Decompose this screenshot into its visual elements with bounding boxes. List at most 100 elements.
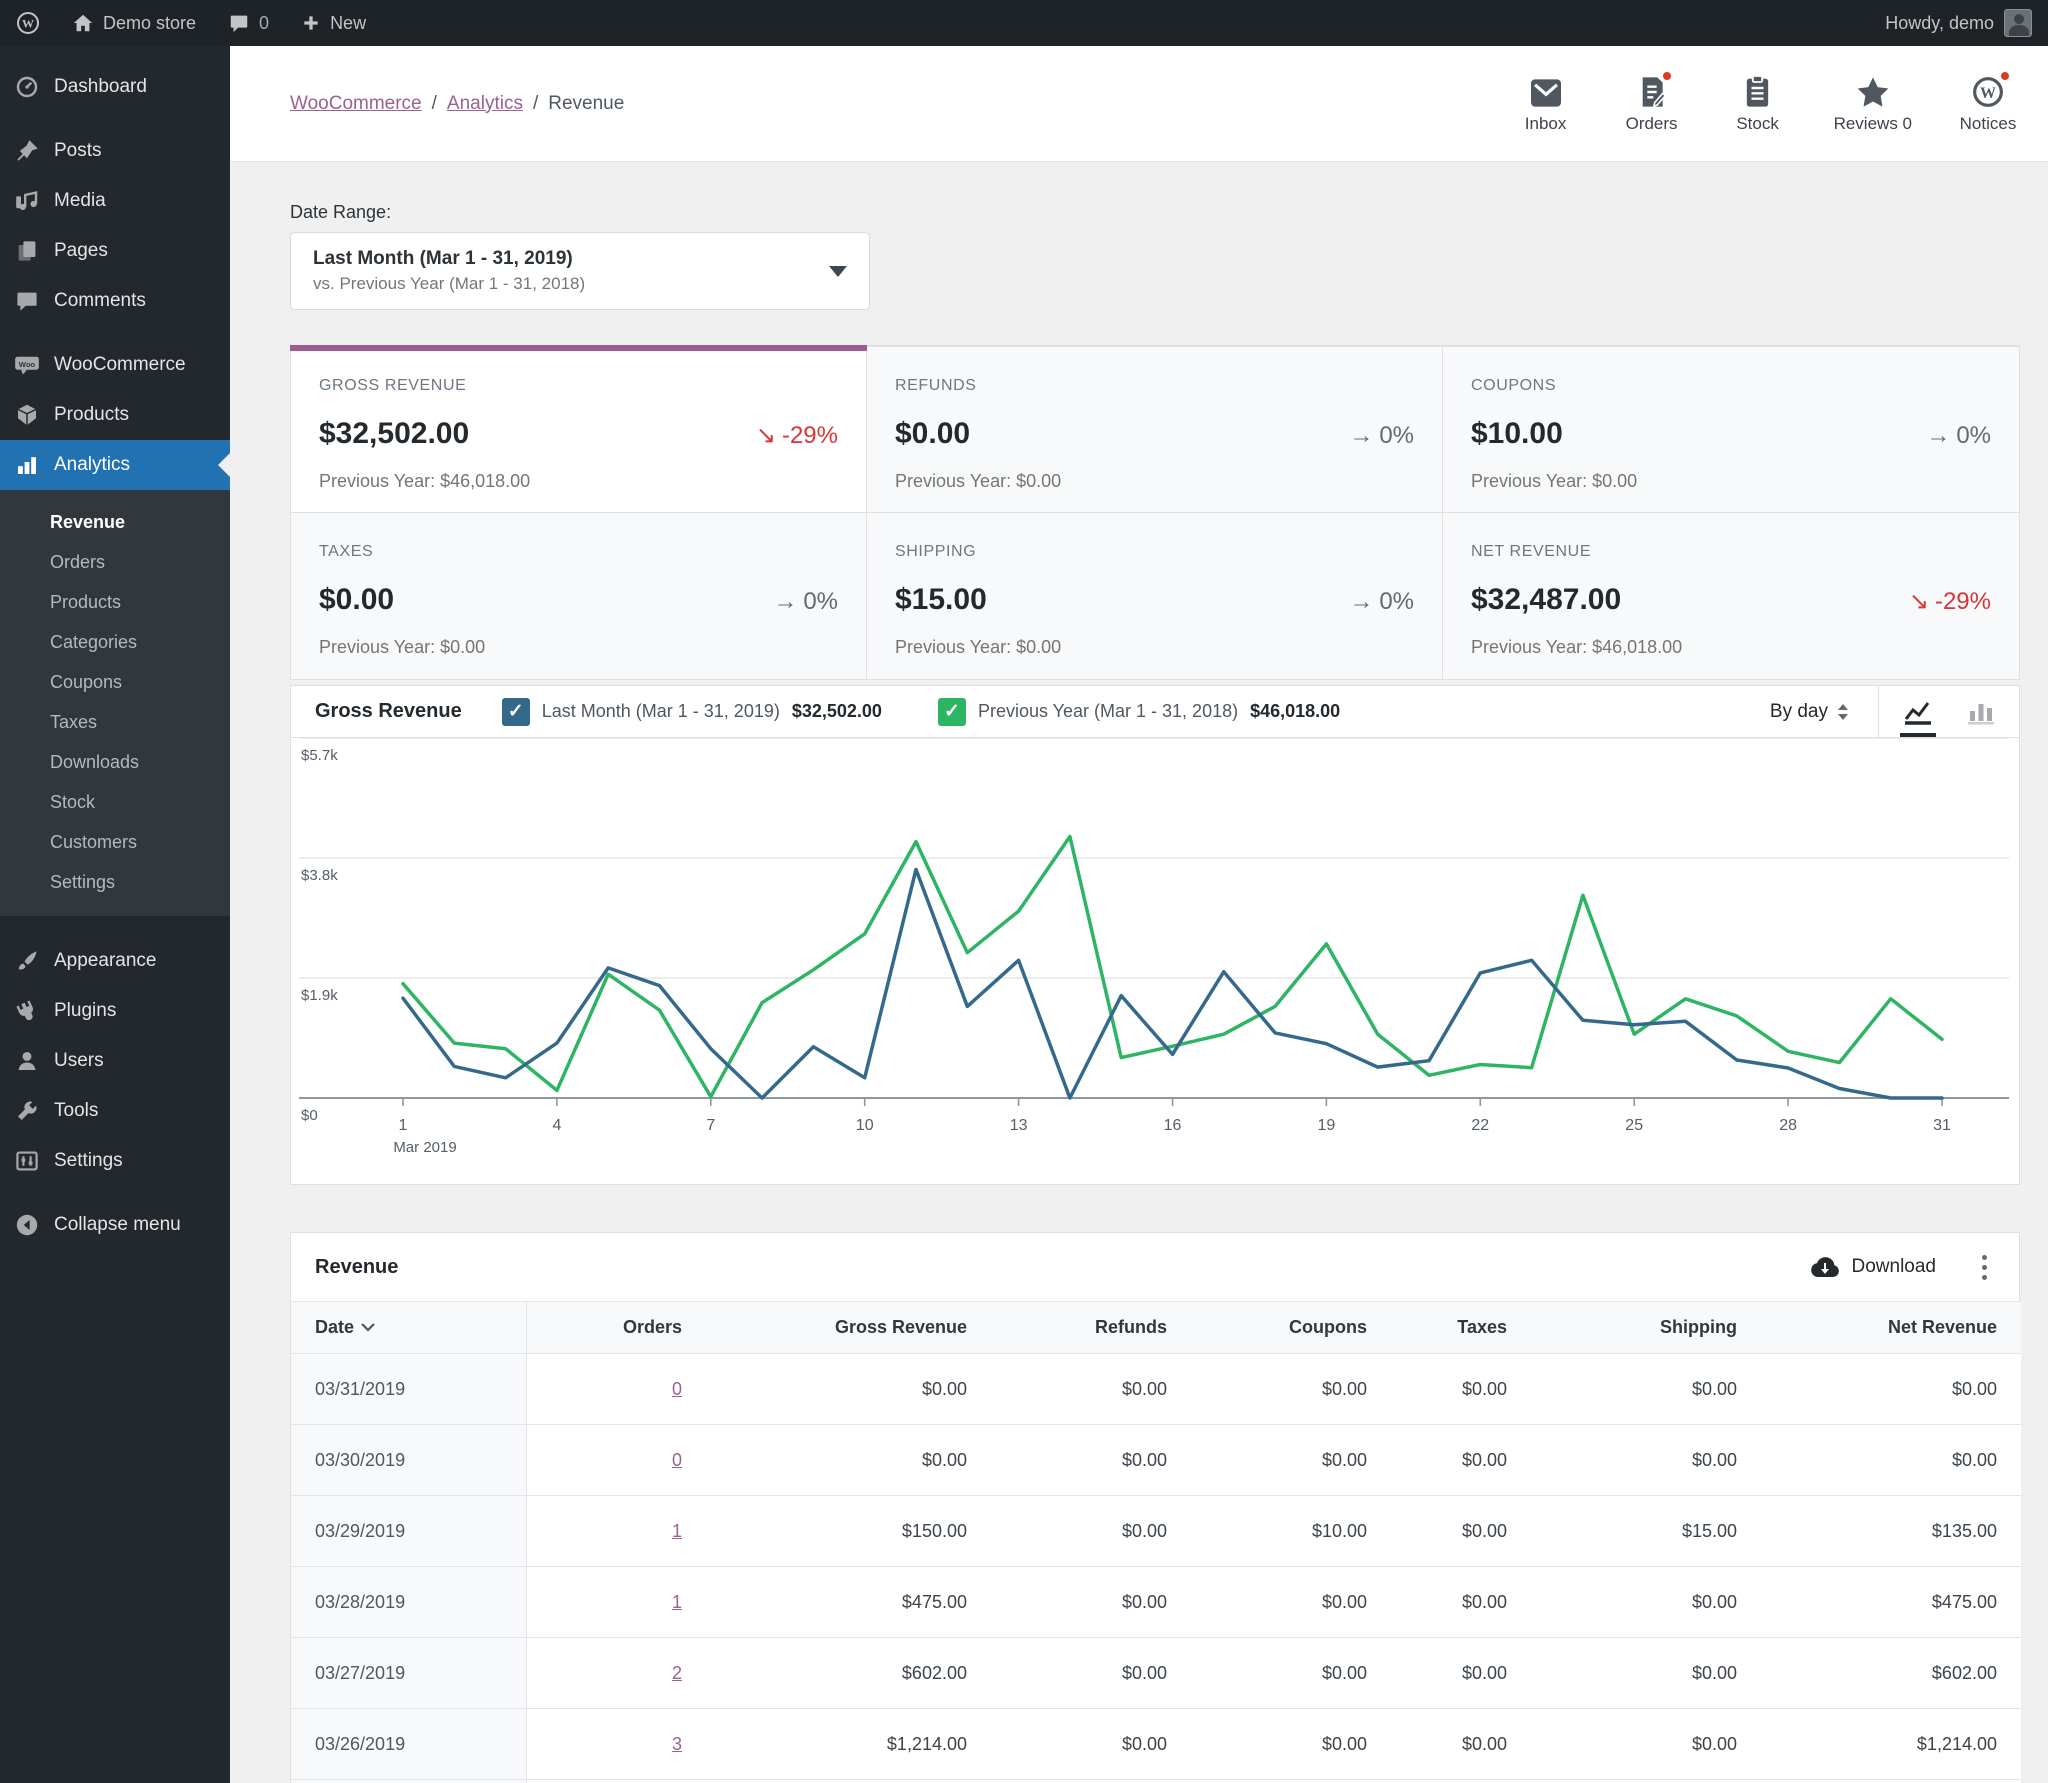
arrow-down-right-icon: ↘: [1908, 588, 1929, 615]
sidebar-item-label: Users: [54, 1050, 104, 1071]
submenu-item-downloads[interactable]: Downloads: [0, 742, 230, 782]
sidebar-item-settings[interactable]: Settings: [0, 1136, 230, 1186]
howdy-text[interactable]: Howdy, demo: [1885, 13, 1994, 34]
column-header-date[interactable]: Date: [291, 1301, 527, 1354]
sidebar-item-posts[interactable]: Posts: [0, 126, 230, 176]
column-header-gross-revenue[interactable]: Gross Revenue: [706, 1301, 991, 1354]
cell-net-revenue: $1,214.00: [1761, 1708, 2021, 1780]
tile-label: SHIPPING: [895, 543, 977, 560]
site-menu[interactable]: Demo store: [56, 0, 212, 46]
sidebar-item-dashboard[interactable]: Dashboard: [0, 62, 230, 112]
activity-tab-orders[interactable]: Orders: [1622, 69, 1682, 134]
activity-tab-label: Orders: [1625, 113, 1678, 133]
column-header-shipping[interactable]: Shipping: [1531, 1301, 1761, 1354]
breadcrumb: WooCommerce / Analytics / Revenue: [290, 92, 625, 115]
activity-tab-reviews-0[interactable]: Reviews 0: [1834, 74, 1912, 134]
download-button[interactable]: Download: [1810, 1255, 1936, 1279]
summary-tile-gross-revenue[interactable]: GROSS REVENUE $32,502.00 ↘ -29% Previous Yea…: [290, 345, 867, 513]
cell-refunds: $0.00: [991, 1495, 1191, 1567]
submenu-item-revenue[interactable]: Revenue: [0, 502, 230, 542]
cell-taxes: $0.00: [1391, 1566, 1531, 1638]
orders-count-link[interactable]: 3: [672, 1734, 682, 1754]
breadcrumb-analytics-link[interactable]: Analytics: [447, 93, 523, 115]
ellipsis-menu-icon[interactable]: [1978, 1251, 1991, 1284]
summary-tile-shipping[interactable]: SHIPPING $15.00 → 0% Previous Year: $0.00: [867, 513, 1443, 679]
x-axis-label: 4: [552, 1117, 561, 1134]
summary-tile-refunds[interactable]: REFUNDS $0.00 → 0% Previous Year: $0.00: [867, 347, 1443, 513]
orders-icon: [1638, 69, 1673, 108]
sidebar-item-pages[interactable]: Pages: [0, 226, 230, 276]
wordpress-logo-menu[interactable]: W: [0, 0, 56, 46]
submenu-item-stock[interactable]: Stock: [0, 782, 230, 822]
sidebar-item-analytics[interactable]: Analytics: [0, 440, 230, 490]
avatar[interactable]: [2004, 9, 2032, 37]
orders-count-link[interactable]: 0: [672, 1450, 682, 1470]
media-icon: [14, 188, 40, 214]
sidebar-item-media[interactable]: Media: [0, 176, 230, 226]
date-range-select[interactable]: Last Month (Mar 1 - 31, 2019) vs. Previo…: [290, 232, 870, 310]
summary-tile-net-revenue[interactable]: NET REVENUE $32,487.00 ↘ -29% Previous Year:…: [1443, 513, 2019, 679]
submenu-item-coupons[interactable]: Coupons: [0, 662, 230, 702]
sidebar-item-plugins[interactable]: Plugins: [0, 986, 230, 1036]
legend-item-last-month[interactable]: ✓ Last Month (Mar 1 - 31, 2019) $32,502.00: [501, 697, 882, 726]
interval-select[interactable]: By day: [1770, 701, 1878, 723]
column-header-coupons[interactable]: Coupons: [1191, 1301, 1391, 1354]
activity-tab-stock[interactable]: Stock: [1728, 74, 1788, 134]
table-row: 03/27/2019 2 $602.00 $0.00 $0.00 $0.00 $0.00 $6…: [291, 1637, 2021, 1709]
table-header-row: Date Orders Gross Revenue Refunds Coupons Tax…: [291, 1301, 2021, 1354]
tile-label: REFUNDS: [895, 377, 977, 394]
cell-net-revenue: $135.00: [1761, 1495, 2021, 1567]
cell: [1391, 1779, 1531, 1783]
orders-count-link[interactable]: 0: [672, 1379, 682, 1399]
submenu-item-customers[interactable]: Customers: [0, 822, 230, 862]
collapse-menu-button[interactable]: Collapse menu: [0, 1200, 230, 1250]
sidebar-item-users[interactable]: Users: [0, 1036, 230, 1086]
revenue-line-chart[interactable]: $0 $1.9k $3.8k $5.7k 1 4 7 10 13 16 19 22 25 28 31 Mar …: [291, 738, 2019, 1184]
new-menu[interactable]: New: [285, 0, 382, 46]
submenu-item-taxes[interactable]: Taxes: [0, 702, 230, 742]
summary-tile-coupons[interactable]: COUPONS $10.00 → 0% Previous Year: $0.00: [1443, 347, 2019, 513]
sidebar-item-appearance[interactable]: Appearance: [0, 936, 230, 986]
orders-count-link[interactable]: 1: [672, 1521, 682, 1541]
orders-count-link[interactable]: 1: [672, 1592, 682, 1612]
cell: [1531, 1779, 1761, 1783]
activity-tab-inbox[interactable]: Inbox: [1516, 74, 1576, 134]
bar-chart-button[interactable]: [1967, 686, 1995, 737]
cell-net-revenue: $602.00: [1761, 1637, 2021, 1709]
cell-gross-revenue: $0.00: [706, 1424, 991, 1496]
checkbox-checked-icon[interactable]: ✓: [501, 697, 530, 726]
sidebar-item-products[interactable]: Products: [0, 390, 230, 440]
summary-tile-taxes[interactable]: TAXES $0.00 → 0% Previous Year: $0.00: [291, 513, 867, 679]
submenu-item-orders[interactable]: Orders: [0, 542, 230, 582]
sidebar-item-woocommerce[interactable]: Woo WooCommerce: [0, 340, 230, 390]
column-header-label: Date: [315, 1317, 355, 1337]
sidebar-item-comments[interactable]: Comments: [0, 276, 230, 326]
tile-delta-value: 0%: [1379, 422, 1414, 449]
submenu-item-categories[interactable]: Categories: [0, 622, 230, 662]
checkbox-checked-icon[interactable]: ✓: [937, 697, 966, 726]
cell-taxes: $0.00: [1391, 1353, 1531, 1425]
table-card-header: Revenue Download: [291, 1233, 2019, 1301]
line-chart-button[interactable]: [1900, 686, 1936, 737]
cell-orders: 2: [526, 1637, 706, 1709]
sidebar-item-tools[interactable]: Tools: [0, 1086, 230, 1136]
submenu-item-products[interactable]: Products: [0, 582, 230, 622]
column-header-refunds[interactable]: Refunds: [991, 1301, 1191, 1354]
orders-count-link[interactable]: 2: [672, 1663, 682, 1683]
activity-tab-notices[interactable]: W Notices: [1958, 69, 2018, 134]
cell-date: 03/27/2019: [291, 1637, 527, 1709]
cell-gross-revenue: $602.00: [706, 1637, 991, 1709]
column-header-net-revenue[interactable]: Net Revenue: [1761, 1301, 2021, 1354]
comments-menu[interactable]: 0: [212, 0, 285, 46]
legend-item-previous-year[interactable]: ✓ Previous Year (Mar 1 - 31, 2018) $46,018…: [937, 697, 1340, 726]
pushpin-icon: [14, 138, 40, 164]
cell-orders: 3: [526, 1708, 706, 1780]
revenue-table-card: Revenue Download Date Orders Gross Revenue…: [290, 1232, 2021, 1783]
breadcrumb-woocommerce-link[interactable]: WooCommerce: [290, 93, 422, 115]
column-header-taxes[interactable]: Taxes: [1391, 1301, 1531, 1354]
cell-date: [291, 1779, 527, 1783]
tile-value: $15.00: [895, 583, 987, 616]
submenu-item-settings[interactable]: Settings: [0, 862, 230, 902]
tile-previous-period: Previous Year: $46,018.00: [1471, 637, 1683, 657]
column-header-orders[interactable]: Orders: [526, 1301, 706, 1354]
